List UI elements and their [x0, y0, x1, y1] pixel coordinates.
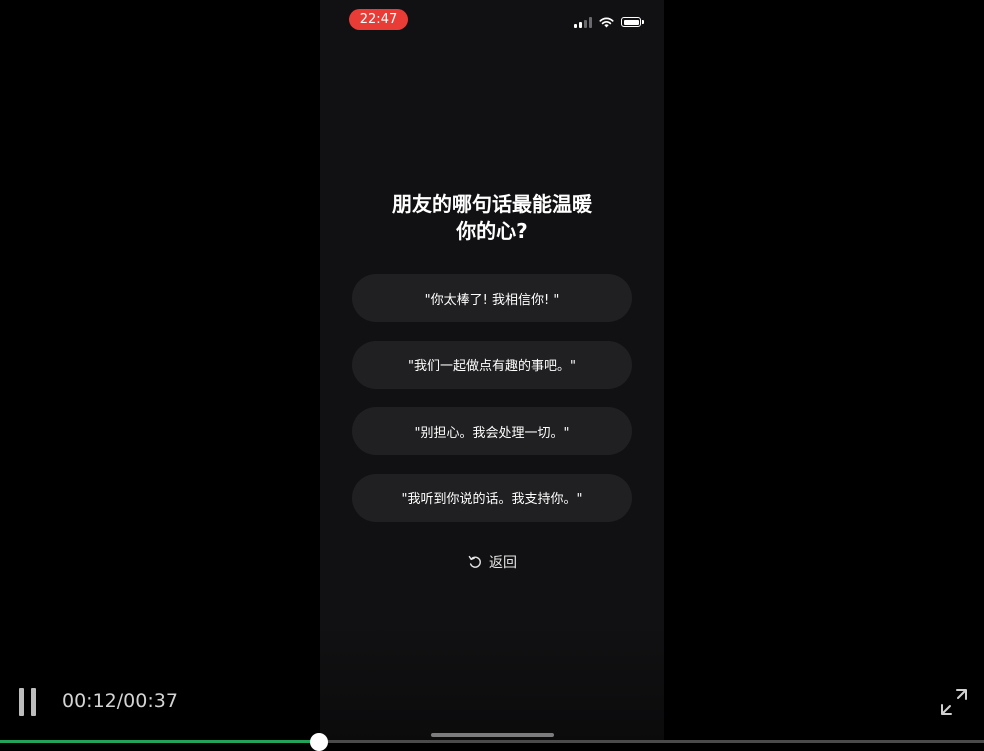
undo-icon — [468, 555, 481, 568]
status-icons — [574, 15, 644, 29]
signal-icon — [574, 16, 592, 28]
progress-handle[interactable] — [310, 733, 329, 751]
question-line-2: 你的心? — [456, 219, 528, 243]
pause-button[interactable] — [19, 688, 41, 716]
phone-screen: 22:47 朋友的哪句话最能温暖 你的心? "你太棒了! 我相信你! " "我们… — [320, 0, 664, 743]
wifi-icon — [599, 17, 614, 27]
option-button-3[interactable]: "别担心。我会处理一切。" — [352, 407, 632, 455]
pause-icon — [19, 688, 24, 716]
status-time: 22:47 — [349, 9, 408, 30]
bottom-fade — [320, 623, 664, 743]
option-button-1[interactable]: "你太棒了! 我相信你! " — [352, 274, 632, 322]
home-indicator — [431, 733, 554, 737]
back-label: 返回 — [489, 555, 517, 571]
question-title: 朋友的哪句话最能温暖 你的心? — [320, 191, 664, 245]
playback-time: 00:12/00:37 — [62, 690, 178, 712]
question-line-1: 朋友的哪句话最能温暖 — [392, 192, 592, 216]
answer-options: "你太棒了! 我相信你! " "我们一起做点有趣的事吧。" "别担心。我会处理一… — [352, 274, 632, 540]
option-button-2[interactable]: "我们一起做点有趣的事吧。" — [352, 340, 632, 389]
option-button-4[interactable]: "我听到你说的话。我支持你。" — [352, 473, 632, 522]
fullscreen-icon[interactable] — [940, 688, 968, 716]
back-button[interactable]: 返回 — [320, 552, 664, 572]
battery-icon — [621, 17, 644, 27]
